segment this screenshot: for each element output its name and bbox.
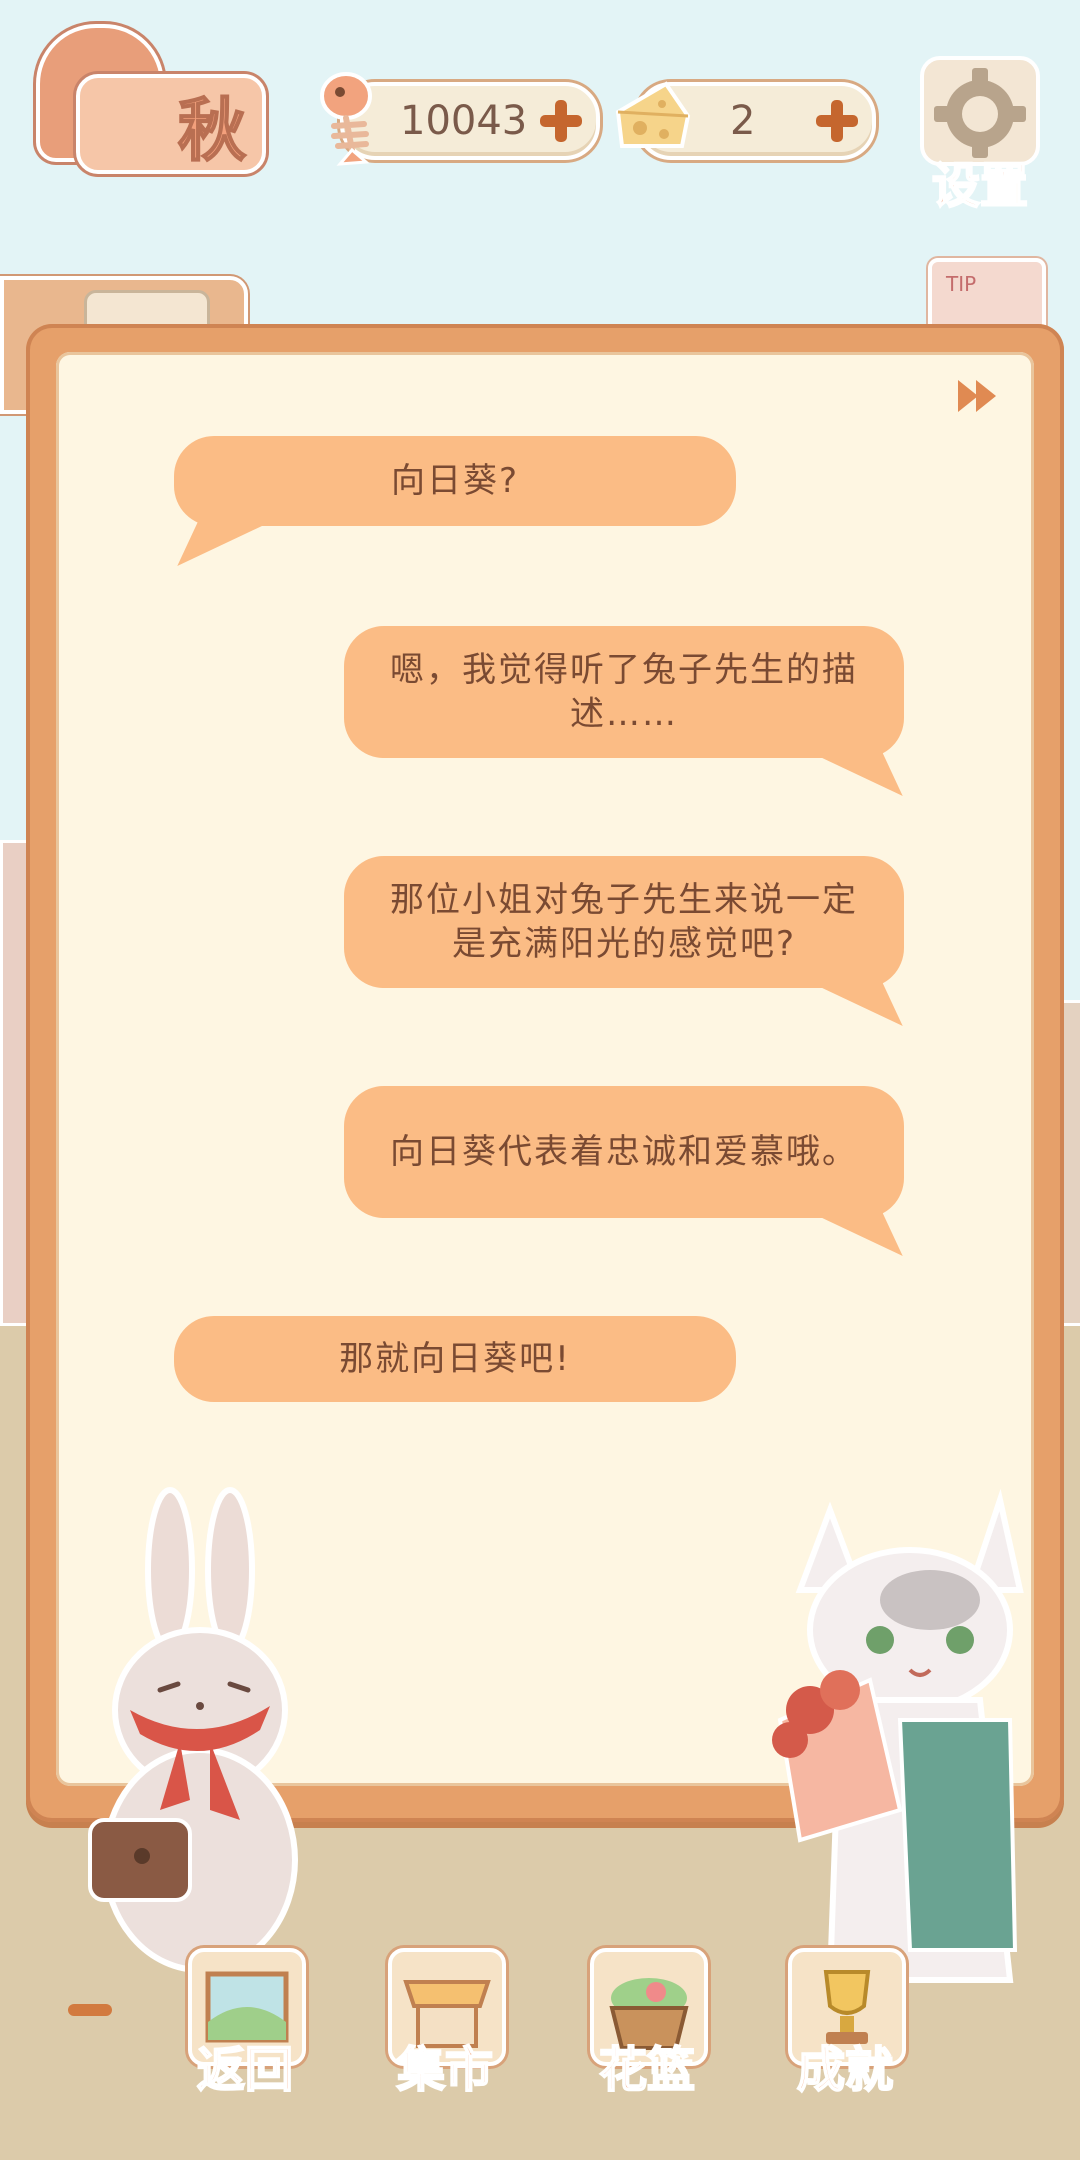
basket-label: 花篮 xyxy=(598,2041,696,2099)
fish-count: 10043 xyxy=(400,98,528,144)
dialog-bubble-cat: 嗯，我觉得听了兔子先生的描述…… xyxy=(344,626,904,758)
add-cheese-button[interactable] xyxy=(814,98,860,144)
collapse-handle[interactable] xyxy=(68,2004,112,2016)
dialog-bubble-cat: 向日葵代表着忠诚和爱慕哦。 xyxy=(344,1086,904,1218)
achievement-button[interactable]: 成就 xyxy=(780,1948,910,2099)
cheese-count: 2 xyxy=(730,98,756,144)
settings-button[interactable]: 设置 xyxy=(920,56,1040,215)
back-button[interactable]: 返回 xyxy=(180,1948,310,2099)
dialog-bubble-rabbit: 向日葵? xyxy=(174,436,736,526)
tip-tag: TIP xyxy=(946,272,977,296)
cheese-icon xyxy=(615,81,691,148)
settings-label: 设置 xyxy=(931,157,1029,215)
basket-button[interactable]: 花篮 xyxy=(582,1948,712,2099)
season-plate: 秋 xyxy=(76,74,266,174)
dialog-bubble-rabbit: 那就向日葵吧! xyxy=(174,1316,736,1402)
market-label: 集市 xyxy=(396,2041,494,2099)
fishbone-icon xyxy=(320,72,372,166)
dialog-bubble-cat: 那位小姐对兔子先生来说一定是充满阳光的感觉吧? xyxy=(344,856,904,988)
season-badge: 秋 xyxy=(36,24,268,174)
add-fish-button[interactable] xyxy=(538,98,584,144)
fast-forward-icon[interactable] xyxy=(954,376,1002,416)
season-label: 秋 xyxy=(177,91,247,172)
rabbit-character xyxy=(88,1487,298,1973)
achievement-label: 成就 xyxy=(796,2041,894,2099)
back-label: 返回 xyxy=(196,2041,294,2099)
market-button[interactable]: 集市 xyxy=(380,1948,510,2099)
cat-character xyxy=(772,1488,1024,1983)
